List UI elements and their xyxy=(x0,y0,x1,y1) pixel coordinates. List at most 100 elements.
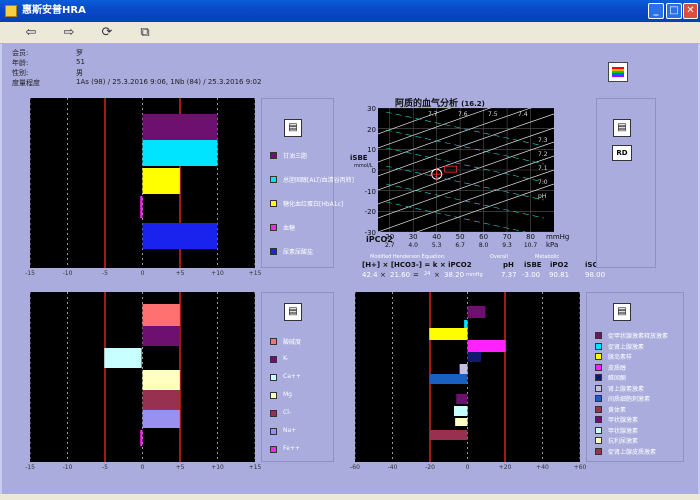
abg-hdr-ph: pH xyxy=(503,261,514,269)
y-tick-label: -10 xyxy=(364,187,376,196)
axis-tick-label: -10 xyxy=(62,270,73,277)
status-bar xyxy=(0,494,700,500)
compare-icon[interactable]: ⧉ xyxy=(134,25,156,41)
axis-tick-label: -10 xyxy=(62,464,73,471)
legend-label: 醛固酮 xyxy=(608,375,627,382)
legend-label: 皮质醇 xyxy=(608,364,627,372)
axis-tick-label: -15 xyxy=(25,270,35,277)
abg-x-unit-kpa: kPa xyxy=(546,241,559,249)
abg-y-label: iSBE xyxy=(350,154,368,162)
abg-eq-caption: Modified Henderson Equation: xyxy=(370,254,446,260)
x-tick-label-kpa: 9.3 xyxy=(502,242,512,249)
axis-tick-label: +60 xyxy=(573,464,587,471)
legend-swatch xyxy=(595,353,602,360)
panel-3-legend: ▤ 促甲状腺激素释放激素 促肾上腺激素 胰岛素样 皮质醇 醛固酮 肾上腺素激素 间质细胞刺激… xyxy=(586,292,684,462)
legend-swatch xyxy=(595,332,602,339)
maximize-button[interactable]: □ xyxy=(666,3,682,19)
abg-val-isbe: -3.00 xyxy=(522,271,541,279)
ph-label: 7.5 xyxy=(488,111,498,118)
legend-label: 酸碱度 xyxy=(283,339,302,346)
axis-tick-label: 0 xyxy=(465,464,470,471)
axis-tick-label: -40 xyxy=(387,464,398,471)
back-arrow-icon[interactable]: ⇦ xyxy=(20,25,42,41)
legend-label: 血糖 xyxy=(283,225,296,232)
bar xyxy=(104,348,142,368)
bar xyxy=(142,140,218,166)
abg-val-pco2: 38.20 xyxy=(444,271,465,279)
abg-y-unit: mmol/L xyxy=(354,163,373,169)
close-button[interactable]: ✕ xyxy=(683,3,698,19)
legend-label: Cl- xyxy=(283,409,292,416)
ph-label: 7.2 xyxy=(538,151,548,158)
bar xyxy=(140,430,143,446)
abg-y-ticks: 30 20 10 0 -10 -20 -30 xyxy=(360,104,378,237)
y-tick-label: 30 xyxy=(367,105,376,113)
axis-tick-label: -15 xyxy=(25,464,35,471)
abg-x-ticks: 20 2.7 30 4.0 40 5.3 50 6.7 60 8.0 70 9.3 80 10.7 xyxy=(378,233,554,253)
refresh-icon[interactable]: ⟳ xyxy=(96,25,118,41)
bar xyxy=(467,306,486,318)
axis-tick-label: -20 xyxy=(425,464,435,471)
axis-tick-label: -5 xyxy=(102,464,108,471)
document-icon[interactable]: ▤ xyxy=(284,303,302,321)
axis-tick-label: +10 xyxy=(211,270,224,277)
ph-label: pH xyxy=(538,193,546,200)
abg-metabolic: Metabolic xyxy=(535,254,560,260)
forward-arrow-icon[interactable]: ⇨ xyxy=(58,25,80,41)
panel-1-axis: -15 -10 -5 0 +5 +10 +15 xyxy=(25,270,261,280)
document-icon[interactable]: ▤ xyxy=(284,119,302,137)
patient-info: 会员: 罗 年龄: 51 性别: 男 度量程度 1As (98) / 25.3.2016… xyxy=(12,49,262,87)
bar xyxy=(142,370,180,390)
legend-swatch xyxy=(595,405,602,413)
bar xyxy=(429,374,468,384)
panel-2-axis: -15 -10 -5 0 +5 +10 +15 xyxy=(25,464,261,474)
minimize-button[interactable]: _ xyxy=(648,3,664,19)
axis-tick-label: -5 xyxy=(102,270,108,277)
legend-label: Ca++ xyxy=(283,373,301,380)
bar xyxy=(142,168,180,194)
x-tick-label: 80 xyxy=(526,233,535,241)
x-tick-label-kpa: 10.7 xyxy=(523,242,538,249)
toolbar: ⇦ ⇨ ⟳ ⧉ xyxy=(0,22,700,44)
bar xyxy=(467,352,481,362)
legend-label: 胰岛素样 xyxy=(608,354,633,361)
abg-equation: [H+] × [HCO3-] = k × iPCO2 xyxy=(362,261,472,269)
document-icon[interactable]: ▤ xyxy=(613,119,631,137)
abg-val-hco3: 21.60 xyxy=(390,271,411,279)
legend-label: 甲状腺激素 xyxy=(608,427,639,435)
legend-label: 总胆固醇[ALT/血清谷丙转] xyxy=(283,177,354,184)
rd-button[interactable]: RD xyxy=(612,145,632,161)
abg-x-unit-mmhg: mmHg xyxy=(546,233,570,241)
axis-tick-label: +5 xyxy=(175,270,185,277)
y-tick-label: -20 xyxy=(364,208,376,217)
legend-swatch xyxy=(595,384,602,392)
x-tick-label: 50 xyxy=(455,233,465,241)
legend-swatch xyxy=(270,428,277,435)
document-icon[interactable]: ▤ xyxy=(613,303,631,321)
legend-swatch xyxy=(595,342,602,350)
app-icon xyxy=(5,5,17,17)
abg-overall: Overall xyxy=(490,254,508,260)
legend-label: K- xyxy=(283,355,289,362)
abg-val-k: 24 xyxy=(424,271,431,277)
legend-swatch xyxy=(270,224,277,231)
x-tick-label-kpa: 2.7 xyxy=(384,242,395,249)
bar xyxy=(455,418,468,426)
abg-val-h: 42.4 xyxy=(362,271,378,279)
axis-tick-label: -60 xyxy=(350,464,360,471)
axis-tick-label: +40 xyxy=(536,464,549,471)
x-tick-label-kpa: 4.0 xyxy=(408,242,418,249)
bar xyxy=(142,390,180,410)
bar xyxy=(142,223,218,249)
x-tick-label-kpa: 6.7 xyxy=(455,242,465,249)
legend-swatch xyxy=(595,363,602,371)
legend-swatch xyxy=(270,392,277,399)
panel-2-legend: ▤ 酸碱度 K- Ca++ Mg Cl- Na+ Fe++ xyxy=(261,292,334,462)
x-tick-label: 40 xyxy=(432,233,442,241)
legend-swatch xyxy=(595,426,602,434)
legend-label: 糖化血红蛋白[HbA1c] xyxy=(283,201,344,208)
x-tick-label-kpa: 5.3 xyxy=(431,242,442,249)
color-spectrum-icon[interactable] xyxy=(608,62,628,82)
legend-swatch xyxy=(595,416,602,423)
legend-swatch xyxy=(595,374,602,381)
